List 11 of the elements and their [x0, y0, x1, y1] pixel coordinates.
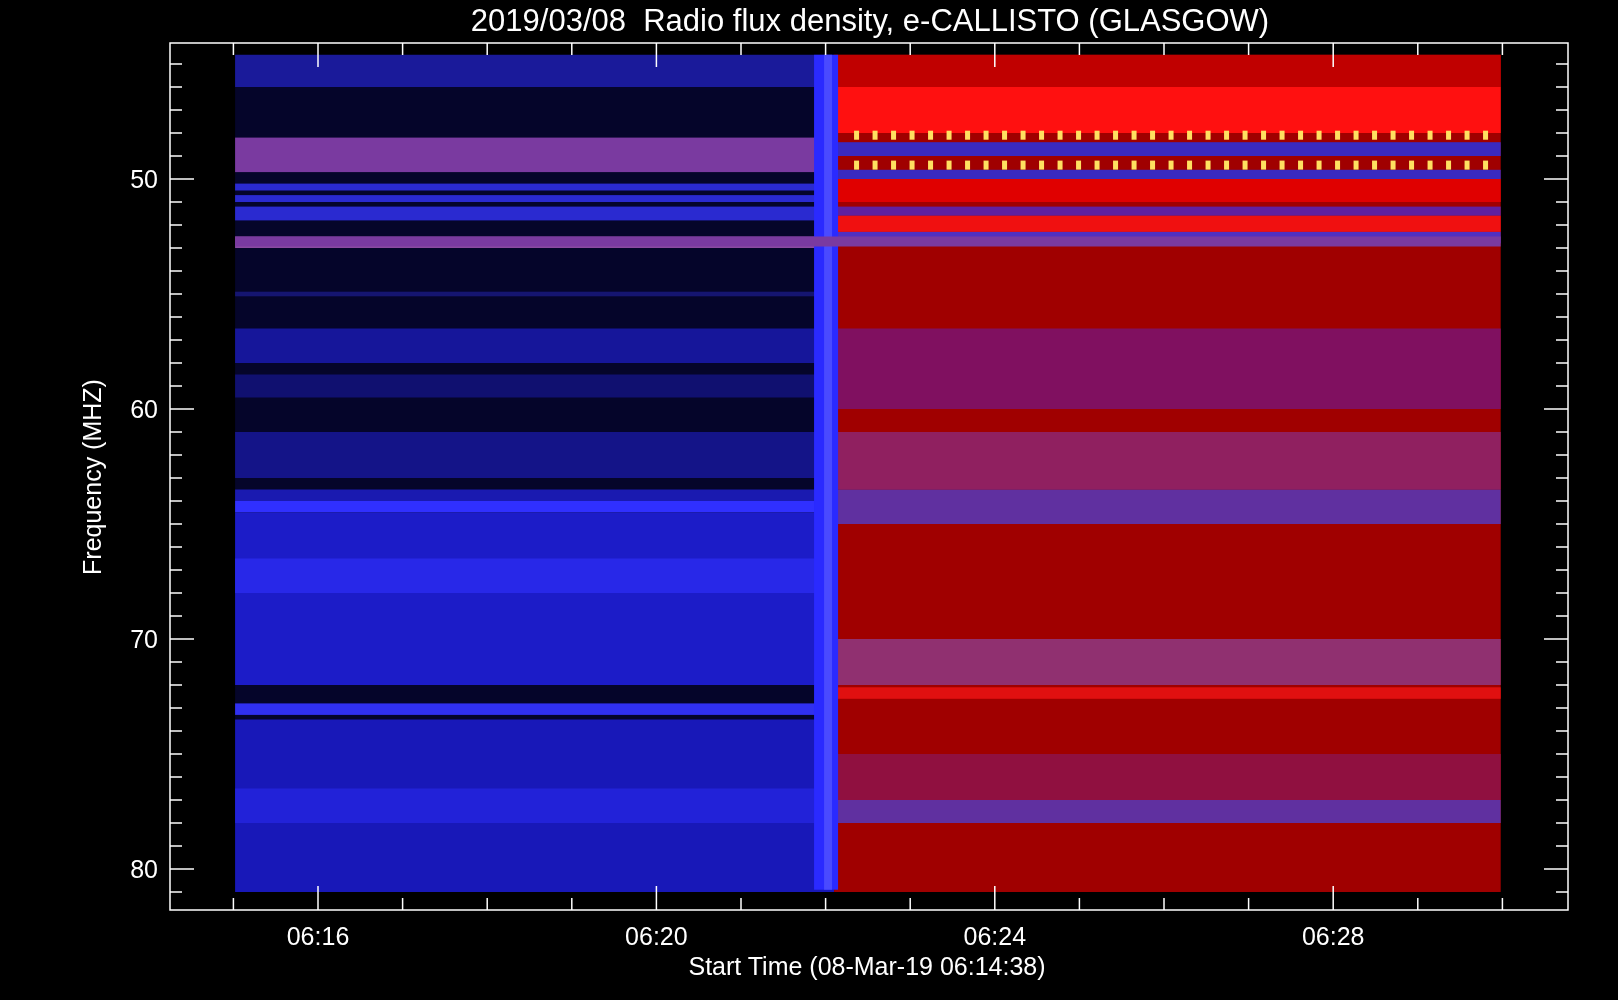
- y-tick-label: 80: [130, 855, 158, 883]
- x-tick-label: 06:24: [963, 922, 1027, 950]
- x-tick-label: 06:28: [1301, 922, 1365, 950]
- plot-title: 2019/03/08 Radio flux density, e-CALLISTO (GLASGOW): [470, 3, 1270, 38]
- y-axis-label: Frequency (MHZ): [78, 379, 106, 575]
- y-tick-label: 60: [130, 395, 158, 423]
- y-tick-label: 50: [130, 165, 158, 193]
- x-tick-label: 06:20: [625, 922, 688, 950]
- y-tick-label: 70: [130, 625, 158, 653]
- x-tick-label: 06:16: [286, 922, 350, 950]
- x-axis-label: Start Time (08-Mar-19 06:14:38): [688, 952, 1046, 980]
